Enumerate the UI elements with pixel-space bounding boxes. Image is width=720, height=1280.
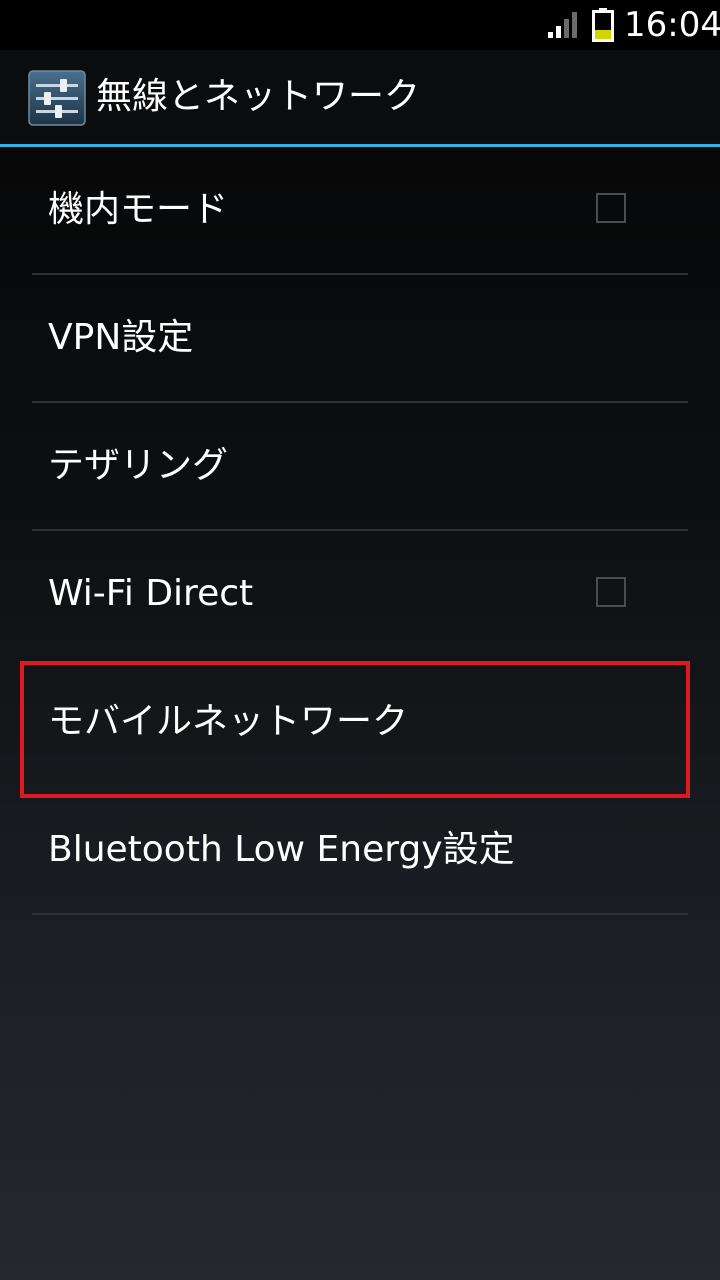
list-item-vpn-settings[interactable]: VPN設定: [0, 275, 720, 403]
list-item-label: VPN設定: [48, 317, 194, 358]
list-item-label: モバイルネットワーク: [48, 701, 409, 742]
list-item-label: 機内モード: [48, 189, 229, 230]
screen: 16:04 無線とネットワーク 機内モード VPN設定 テザリング Wi-Fi …: [0, 0, 720, 1280]
list-item-bluetooth-le-settings[interactable]: Bluetooth Low Energy設定: [0, 787, 720, 915]
list-item-tethering[interactable]: テザリング: [0, 403, 720, 531]
list-item-wifi-direct[interactable]: Wi-Fi Direct: [0, 531, 720, 659]
divider: [32, 913, 688, 915]
page-title: 無線とネットワーク: [96, 76, 421, 117]
status-bar: 16:04: [0, 0, 720, 50]
list-item-label: テザリング: [48, 445, 229, 486]
battery-icon: [592, 8, 614, 42]
airplane-mode-checkbox[interactable]: [596, 193, 626, 223]
settings-sliders-icon[interactable]: [28, 70, 86, 126]
list-item-mobile-network[interactable]: モバイルネットワーク: [0, 659, 720, 787]
settings-list: 機内モード VPN設定 テザリング Wi-Fi Direct モバイルネットワー…: [0, 147, 720, 915]
cell-signal-icon: [548, 12, 577, 38]
status-time: 16:04: [624, 5, 720, 45]
list-item-label: Bluetooth Low Energy設定: [48, 829, 515, 870]
action-bar: 無線とネットワーク: [0, 50, 720, 144]
wifi-direct-checkbox[interactable]: [596, 577, 626, 607]
list-item-airplane-mode[interactable]: 機内モード: [0, 147, 720, 275]
list-item-label: Wi-Fi Direct: [48, 573, 254, 614]
